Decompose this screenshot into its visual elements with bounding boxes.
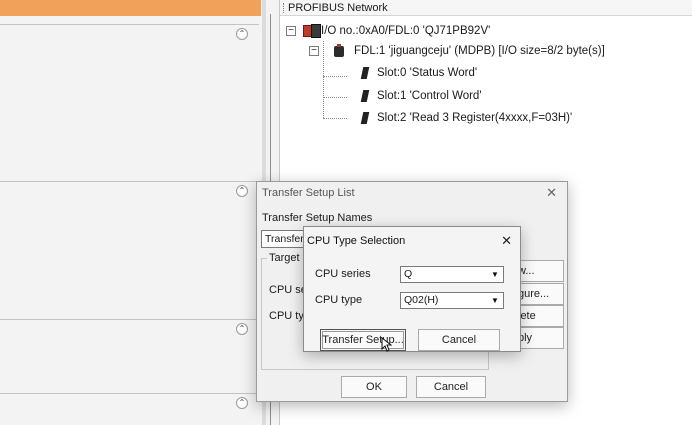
cpu-series-select[interactable]: Q ▼ (400, 266, 504, 283)
collapse-icon[interactable]: ⌃ (236, 323, 248, 335)
dialog-title: Transfer Setup List (262, 187, 355, 199)
cpu-type-label: CPU type (315, 294, 363, 306)
ok-button[interactable]: OK (341, 376, 407, 398)
pane-header-3: ⌃ (0, 319, 259, 337)
cpu-type-selection-dialog: CPU Type Selection ✕ CPU series Q ▼ CPU … (303, 226, 521, 352)
tree-connector (323, 118, 347, 119)
cpu-series-label: CPU series (315, 268, 371, 280)
cursor-icon (381, 337, 392, 352)
tree-node-label: Slot:0 'Status Word' (377, 67, 478, 79)
tree-node-label: I/O no.:0xA0/FDL:0 'QJ71PB92V' (321, 25, 491, 37)
tree-node-label: Slot:1 'Control Word' (377, 90, 482, 102)
slave-device-icon (333, 44, 345, 58)
transfer-setup-names-label: Transfer Setup Names (262, 212, 373, 224)
pane-header-2: ⌃ (0, 181, 259, 199)
pane-header-1: ⌃ (0, 24, 259, 42)
tree-node-label: FDL:1 'jiguangceju' (MDPB) [I/O size=8/2… (354, 45, 605, 57)
dialog-title: CPU Type Selection (307, 235, 406, 247)
tree-connector (323, 97, 347, 98)
collapse-icon[interactable]: ⌃ (236, 185, 248, 197)
slot-icon (360, 111, 370, 125)
cpu-module-icon (303, 24, 321, 38)
collapse-icon[interactable]: ⌃ (236, 28, 248, 40)
network-panel-title: PROFIBUS Network (280, 0, 692, 16)
cancel-button[interactable]: Cancel (418, 329, 500, 351)
close-icon[interactable]: ✕ (546, 186, 557, 200)
collapse-icon[interactable]: − (309, 46, 319, 56)
tree-node-label: Slot:2 'Read 3 Register(4xxxx,F=03H)' (377, 112, 573, 124)
slot-icon (360, 66, 370, 80)
tree-connector (323, 41, 324, 118)
pane-header-4: ⌃ (0, 393, 259, 411)
chevron-down-icon[interactable]: ▼ (489, 269, 501, 280)
tree-connector (323, 76, 347, 77)
cancel-button[interactable]: Cancel (416, 376, 486, 398)
transfer-setup-button[interactable]: Transfer Setup... (320, 329, 406, 351)
collapse-icon[interactable]: − (286, 26, 296, 36)
cpu-type-select[interactable]: Q02(H) ▼ (400, 292, 504, 309)
left-panel: ⌃ ⌃ ⌃ ⌃ (0, 0, 261, 425)
left-title-bar (0, 0, 261, 16)
collapse-icon[interactable]: ⌃ (236, 397, 248, 409)
slot-icon (360, 89, 370, 103)
close-icon[interactable]: ✕ (501, 234, 512, 248)
selected-value: Q (404, 268, 413, 280)
chevron-down-icon[interactable]: ▼ (489, 295, 501, 306)
selected-value: Q02(H) (404, 294, 439, 306)
